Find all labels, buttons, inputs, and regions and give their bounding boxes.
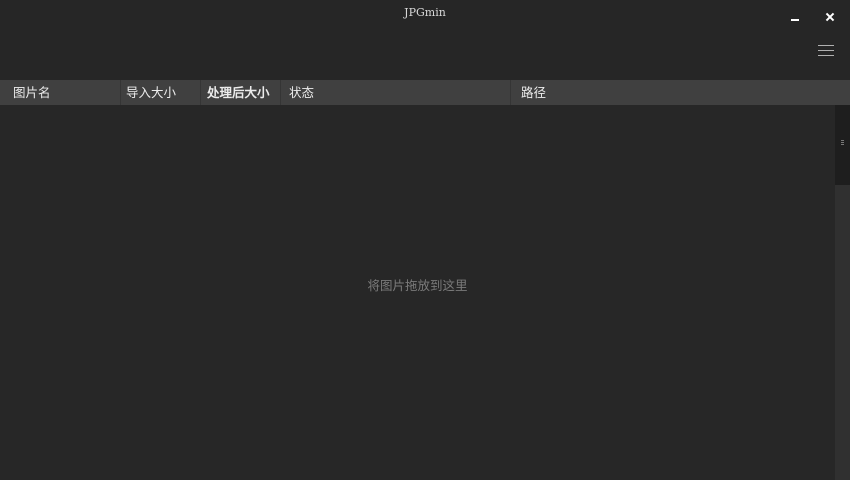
column-header-image-name[interactable]: 图片名 bbox=[0, 80, 121, 105]
column-header-processed-size[interactable]: 处理后大小 bbox=[201, 80, 281, 105]
app-title: JPGmin bbox=[404, 6, 446, 19]
column-header-path[interactable]: 路径 bbox=[511, 80, 850, 105]
drop-hint-text: 将图片拖放到这里 bbox=[367, 278, 468, 293]
vertical-scrollbar[interactable] bbox=[835, 105, 850, 480]
minimize-button[interactable] bbox=[784, 6, 806, 28]
drop-zone[interactable]: 将图片拖放到这里 bbox=[0, 105, 835, 480]
menu-button[interactable] bbox=[815, 42, 837, 60]
scrollbar-thumb[interactable] bbox=[835, 105, 850, 185]
app-window: JPGmin 图片名 导入大小 处理后大小 状态 路径 将图片拖放到这里 bbox=[0, 0, 850, 480]
column-header-import-size[interactable]: 导入大小 bbox=[121, 80, 201, 105]
close-button[interactable] bbox=[819, 6, 841, 28]
minimize-icon bbox=[791, 19, 799, 21]
title-bar[interactable]: JPGmin bbox=[0, 0, 850, 80]
column-header-status[interactable]: 状态 bbox=[281, 80, 511, 105]
table-header: 图片名 导入大小 处理后大小 状态 路径 bbox=[0, 80, 850, 105]
